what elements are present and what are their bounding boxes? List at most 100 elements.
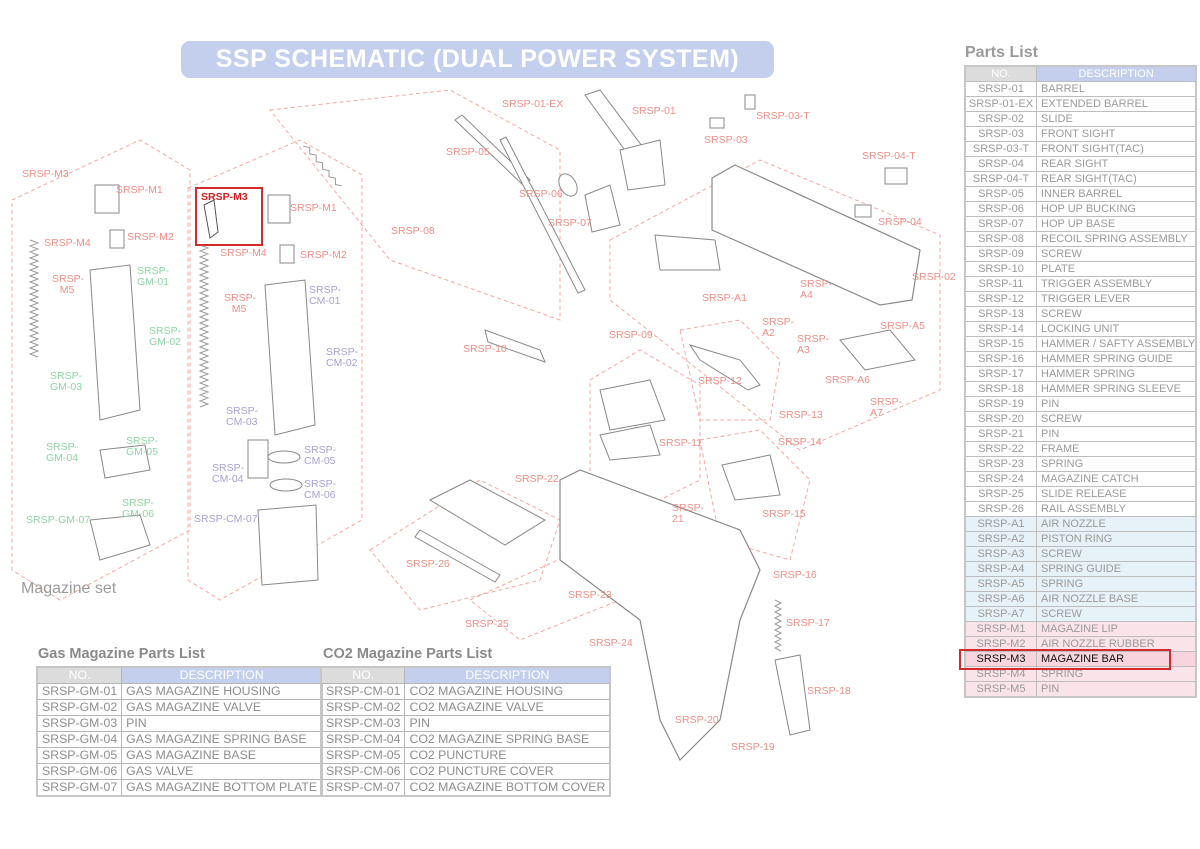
part-number-cell: SRSP-CM-07 [320,779,406,797]
label-srsp-gm-02: SRSP-GM-02 [149,325,182,348]
table-row: SRSP-M5 PIN [964,681,1197,698]
table-row: SRSP-GM-05 GAS MAGAZINE BASE [36,747,323,764]
table-row: SRSP-09 SCREW [964,246,1197,262]
part-description-cell: INNER BARREL [1036,186,1197,202]
label-srsp-03-t: SRSP-03-T [756,110,810,122]
part-number-cell: SRSP-15 [964,336,1037,352]
part-description-cell: PISTON RING [1036,531,1197,547]
part-description-cell: FRAME [1036,441,1197,457]
part-description-cell: SCREW [1036,606,1197,622]
part-number-cell: SRSP-GM-02 [36,699,123,716]
part-description-cell: REAR SIGHT [1036,156,1197,172]
part-number-cell: SRSP-05 [964,186,1037,202]
label-srsp-a6: SRSP-A6 [825,374,870,386]
part-description-cell: SCREW [1036,546,1197,562]
label-gas-srsp-m1: SRSP-M1 [116,184,163,196]
table-row: SRSP-23 SPRING [964,456,1197,472]
part-number-cell: SRSP-17 [964,366,1037,382]
label-srsp-02: SRSP-02 [912,271,956,283]
label-srsp-01-ex: SRSP-01-EX [502,98,564,110]
part-number-cell: SRSP-GM-04 [36,731,123,748]
table-row: SRSP-CM-07 CO2 MAGAZINE BOTTOM COVER [320,779,611,797]
label-srsp-23: SRSP-23 [568,589,612,601]
table-row: SRSP-08 RECOIL SPRING ASSEMBLY [964,231,1197,247]
part-number-cell: SRSP-23 [964,456,1037,472]
table-row: SRSP-02 SLIDE [964,111,1197,127]
table-row: SRSP-04 REAR SIGHT [964,156,1197,172]
part-number-cell: SRSP-A6 [964,591,1037,607]
part-number-cell: SRSP-04 [964,156,1037,172]
part-number-cell: SRSP-GM-07 [36,779,123,797]
part-description-cell: RECOIL SPRING ASSEMBLY [1036,231,1197,247]
part-description-cell: SPRING [1036,576,1197,592]
label-srsp-gm-01: SRSP-GM-01 [137,265,170,288]
label-srsp-18: SRSP-18 [807,685,851,697]
table-row: SRSP-20 SCREW [964,411,1197,427]
part-number-cell: SRSP-GM-01 [36,683,123,700]
table-header-row: NO. DESCRIPTION [36,666,323,684]
table-row: SRSP-CM-05 CO2 PUNCTURE [320,747,611,764]
part-description-cell: HAMMER SPRING [1036,366,1197,382]
label-srsp-gm-04: SRSP-GM-04 [46,441,79,464]
label-co2-srsp-m2: SRSP-M2 [300,249,347,261]
part-number-cell: SRSP-03-T [964,141,1037,157]
label-srsp-cm-07: SRSP-CM-07 [194,513,258,525]
table-row: SRSP-10 PLATE [964,261,1197,277]
table-row: SRSP-21 PIN [964,426,1197,442]
part-number-cell: SRSP-CM-03 [320,715,406,732]
table-row: SRSP-01-EX EXTENDED BARREL [964,96,1197,112]
part-number-cell: SRSP-01-EX [964,96,1037,112]
part-number-cell: SRSP-CM-04 [320,731,406,748]
label-srsp-05: SRSP-05 [446,146,490,158]
label-srsp-04-t: SRSP-04-T [862,150,916,162]
table-row: SRSP-A3 SCREW [964,546,1197,562]
part-description-cell: SPRING [1036,456,1197,472]
part-description-cell: MAGAZINE LIP [1036,621,1197,637]
label-srsp-16: SRSP-16 [773,569,817,581]
part-description-cell: REAR SIGHT(TAC) [1036,171,1197,187]
label-co2-srsp-m5: SRSP-M5 [224,292,257,315]
part-number-cell: SRSP-A7 [964,606,1037,622]
label-srsp-14: SRSP-14 [778,436,822,448]
column-header-description: DESCRIPTION [121,666,323,684]
part-description-cell: PIN [1036,426,1197,442]
label-co2-srsp-m4: SRSP-M4 [220,247,267,259]
part-description-cell: SCREW [1036,306,1197,322]
label-srsp-11: SRSP-11 [659,437,702,449]
part-description-cell: SCREW [1036,246,1197,262]
table-row: SRSP-16 HAMMER SPRING GUIDE [964,351,1197,367]
table-row: SRSP-M1 MAGAZINE LIP [964,621,1197,637]
table-row: SRSP-03 FRONT SIGHT [964,126,1197,142]
part-description-cell: CO2 MAGAZINE SPRING BASE [404,731,611,748]
part-description-cell: CO2 MAGAZINE VALVE [404,699,611,716]
label-gas-srsp-m4: SRSP-M4 [44,237,91,249]
label-srsp-12: SRSP-12 [698,375,742,387]
part-number-cell: SRSP-A5 [964,576,1037,592]
column-header-no: NO. [964,65,1037,82]
label-srsp-gm-06: SRSP-GM-06 [122,497,155,520]
gas-table-title: Gas Magazine Parts List [38,646,205,662]
part-description-cell: FRONT SIGHT [1036,126,1197,142]
label-srsp-26: SRSP-26 [406,558,450,570]
table-row: SRSP-07 HOP UP BASE [964,216,1197,232]
table-row: SRSP-11 TRIGGER ASSEMBLY [964,276,1197,292]
part-number-cell: SRSP-19 [964,396,1037,412]
co2-table-title: CO2 Magazine Parts List [323,646,493,662]
part-number-cell: SRSP-25 [964,486,1037,502]
label-srsp-04: SRSP-04 [878,216,922,228]
label-srsp-10: SRSP-10 [463,343,507,355]
table-row: SRSP-06 HOP UP BUCKING [964,201,1197,217]
part-description-cell: TRIGGER ASSEMBLY [1036,276,1197,292]
highlight-box-diagram [195,187,263,246]
column-header-description: DESCRIPTION [404,666,611,684]
part-number-cell: SRSP-14 [964,321,1037,337]
part-number-cell: SRSP-21 [964,426,1037,442]
part-number-cell: SRSP-CM-06 [320,763,406,780]
part-number-cell: SRSP-GM-05 [36,747,123,764]
parts-list-table: NO. DESCRIPTION SRSP-01 BARREL SRSP-01-EX E… [964,65,1198,698]
part-number-cell: SRSP-A4 [964,561,1037,577]
table-row: SRSP-GM-06 GAS VALVE [36,763,323,780]
label-srsp-a7: SRSP-A7 [870,396,903,419]
label-srsp-cm-03: SRSP-CM-03 [226,405,259,428]
highlight-box-parts-list [959,648,1171,670]
